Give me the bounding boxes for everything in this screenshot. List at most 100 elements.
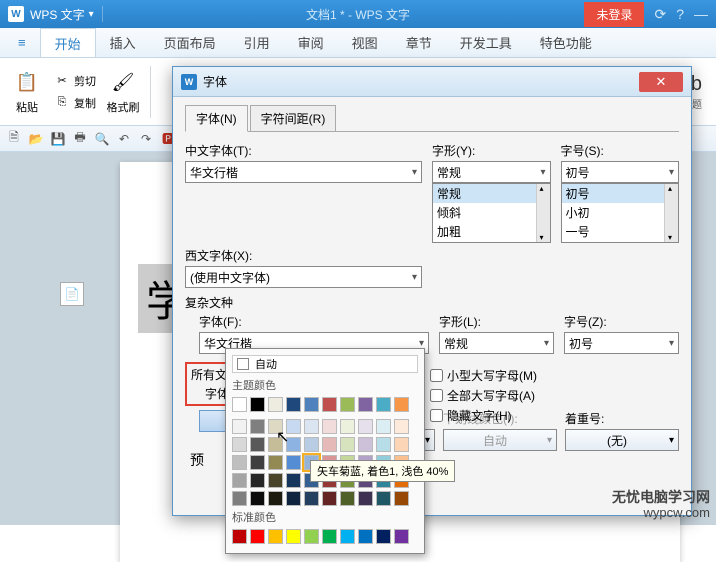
color-swatch[interactable] xyxy=(250,397,265,412)
csize-combo[interactable]: 初号 xyxy=(564,332,679,354)
dialog-titlebar[interactable]: W 字体 ✕ xyxy=(173,67,691,97)
color-swatch[interactable] xyxy=(358,491,373,506)
format-painter-button[interactable]: 🖌 格式刷 xyxy=(102,69,144,115)
emphasis-dropdown[interactable]: (无) xyxy=(565,429,679,451)
color-swatch[interactable] xyxy=(340,397,355,412)
color-swatch[interactable] xyxy=(268,491,283,506)
login-button[interactable]: 未登录 xyxy=(584,2,644,27)
color-swatch[interactable] xyxy=(268,473,283,488)
color-swatch[interactable] xyxy=(322,397,337,412)
tab-spacing[interactable]: 字符间距(R) xyxy=(250,105,337,132)
help-icon[interactable]: ? xyxy=(676,6,684,22)
tab-reference[interactable]: 引用 xyxy=(230,28,284,57)
minimize-icon[interactable]: — xyxy=(694,6,708,22)
color-swatch[interactable] xyxy=(340,419,355,434)
color-swatch[interactable] xyxy=(304,397,319,412)
color-swatch[interactable] xyxy=(250,419,265,434)
color-swatch[interactable] xyxy=(304,491,319,506)
color-swatch[interactable] xyxy=(250,437,265,452)
color-swatch[interactable] xyxy=(376,529,391,544)
color-swatch[interactable] xyxy=(358,419,373,434)
color-swatch[interactable] xyxy=(322,529,337,544)
cut-button[interactable]: ✂剪切 xyxy=(50,71,100,91)
tab-menu[interactable]: ≡ xyxy=(4,28,40,57)
color-swatch[interactable] xyxy=(322,437,337,452)
style-combo[interactable]: 常规 xyxy=(432,161,551,183)
save-icon[interactable]: 💾 xyxy=(50,131,66,147)
color-swatch[interactable] xyxy=(250,529,265,544)
color-swatch[interactable] xyxy=(376,397,391,412)
tab-font[interactable]: 字体(N) xyxy=(185,105,248,132)
page-nav-icon[interactable]: 📄 xyxy=(60,282,84,306)
sync-icon[interactable]: ⟳ xyxy=(654,6,666,23)
color-swatch[interactable] xyxy=(358,529,373,544)
open-icon[interactable]: 📂 xyxy=(28,131,44,147)
color-swatch[interactable] xyxy=(358,397,373,412)
all-caps-checkbox[interactable] xyxy=(430,389,443,402)
cstyle-combo[interactable]: 常规 xyxy=(439,332,554,354)
color-swatch[interactable] xyxy=(322,419,337,434)
color-swatch[interactable] xyxy=(250,455,265,470)
color-swatch[interactable] xyxy=(268,397,283,412)
color-swatch[interactable] xyxy=(394,397,409,412)
style-listbox[interactable]: 常规 倾斜 加粗 xyxy=(432,183,551,243)
list-item[interactable]: 加粗 xyxy=(433,222,550,241)
auto-color-row[interactable]: 自动 xyxy=(232,355,418,373)
tab-insert[interactable]: 插入 xyxy=(96,28,150,57)
color-swatch[interactable] xyxy=(304,529,319,544)
color-swatch[interactable] xyxy=(232,529,247,544)
list-item[interactable]: 常规 xyxy=(433,184,550,203)
color-swatch[interactable] xyxy=(232,455,247,470)
color-swatch[interactable] xyxy=(232,419,247,434)
list-item[interactable]: 一号 xyxy=(562,222,679,241)
color-swatch[interactable] xyxy=(286,437,301,452)
color-swatch[interactable] xyxy=(304,437,319,452)
preview-icon[interactable]: 🔍 xyxy=(94,131,110,147)
color-swatch[interactable] xyxy=(340,491,355,506)
color-swatch[interactable] xyxy=(394,419,409,434)
size-listbox[interactable]: 初号 小初 一号 xyxy=(561,183,680,243)
color-swatch[interactable] xyxy=(304,419,319,434)
tab-devtools[interactable]: 开发工具 xyxy=(446,28,526,57)
color-swatch[interactable] xyxy=(394,529,409,544)
list-item[interactable]: 倾斜 xyxy=(433,203,550,222)
color-swatch[interactable] xyxy=(286,491,301,506)
color-swatch[interactable] xyxy=(250,473,265,488)
copy-button[interactable]: ⎘复制 xyxy=(50,93,100,113)
small-caps-checkbox[interactable] xyxy=(430,369,443,382)
tab-chapter[interactable]: 章节 xyxy=(392,28,446,57)
color-swatch[interactable] xyxy=(286,397,301,412)
undo-icon[interactable]: ↶ xyxy=(116,131,132,147)
tab-start[interactable]: 开始 xyxy=(40,28,96,57)
color-swatch[interactable] xyxy=(376,491,391,506)
color-swatch[interactable] xyxy=(286,455,301,470)
tab-features[interactable]: 特色功能 xyxy=(526,28,606,57)
color-swatch[interactable] xyxy=(232,397,247,412)
paste-button[interactable]: 📋 粘贴 xyxy=(6,69,48,115)
color-swatch[interactable] xyxy=(232,473,247,488)
en-font-combo[interactable]: (使用中文字体) xyxy=(185,266,422,288)
tab-layout[interactable]: 页面布局 xyxy=(150,28,230,57)
color-swatch[interactable] xyxy=(394,437,409,452)
scrollbar[interactable] xyxy=(664,184,678,242)
color-swatch[interactable] xyxy=(340,437,355,452)
redo-icon[interactable]: ↷ xyxy=(138,131,154,147)
list-item[interactable]: 小初 xyxy=(562,203,679,222)
color-swatch[interactable] xyxy=(268,455,283,470)
color-swatch[interactable] xyxy=(250,491,265,506)
color-swatch[interactable] xyxy=(268,419,283,434)
color-swatch[interactable] xyxy=(358,437,373,452)
color-swatch[interactable] xyxy=(376,437,391,452)
color-swatch[interactable] xyxy=(394,491,409,506)
app-menu-caret[interactable]: ▾ xyxy=(89,9,94,20)
color-swatch[interactable] xyxy=(286,419,301,434)
color-swatch[interactable] xyxy=(322,491,337,506)
color-swatch[interactable] xyxy=(268,529,283,544)
hidden-text-checkbox[interactable] xyxy=(430,409,443,422)
scrollbar[interactable] xyxy=(536,184,550,242)
color-swatch[interactable] xyxy=(232,437,247,452)
color-swatch[interactable] xyxy=(286,473,301,488)
print-icon[interactable]: 🖶 xyxy=(72,131,88,147)
cn-font-combo[interactable]: 华文行楷 xyxy=(185,161,422,183)
color-swatch[interactable] xyxy=(232,491,247,506)
